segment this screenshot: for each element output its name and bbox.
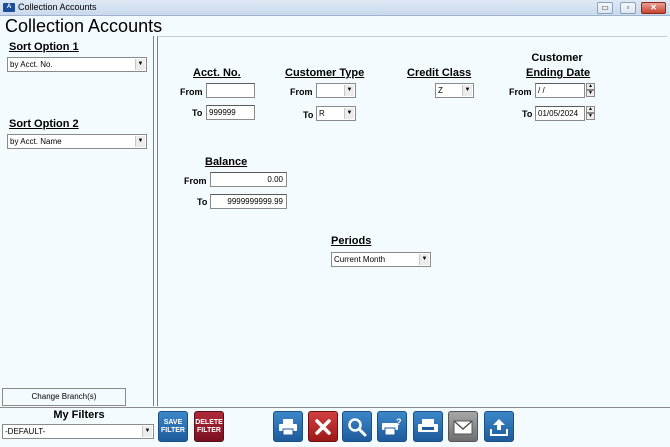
search-button[interactable]	[342, 411, 372, 442]
chevron-down-icon: ▼	[344, 108, 354, 119]
printer-icon	[279, 418, 297, 435]
app-icon: A	[3, 3, 15, 12]
chevron-down-icon: ▼	[142, 426, 152, 437]
fax-button[interactable]	[413, 411, 443, 442]
customer-type-to-value: R	[319, 109, 325, 118]
delete-filter-button[interactable]: DELETE FILTER	[194, 411, 224, 442]
chevron-down-icon: ▼	[135, 136, 145, 147]
balance-header: Balance	[205, 156, 248, 168]
acct-no-from-input[interactable]	[206, 83, 255, 98]
spin-up-icon[interactable]: ▲	[586, 83, 595, 90]
svg-text:?: ?	[396, 417, 402, 427]
credit-class-select[interactable]: Z ▼	[435, 83, 474, 98]
chevron-down-icon: ▼	[419, 254, 429, 265]
spin-up-icon[interactable]: ▲	[586, 106, 595, 113]
export-icon	[490, 418, 508, 436]
customer-ending-date-header-line2: Ending Date	[526, 67, 591, 79]
customer-type-to-select[interactable]: R ▼	[316, 106, 356, 121]
sort-option-1-select[interactable]: by Acct. No. ▼	[7, 57, 147, 72]
change-branch-button[interactable]: Change Branch(s)	[2, 388, 126, 406]
customer-type-header: Customer Type	[285, 67, 365, 79]
restore-icon: ▫	[626, 3, 630, 12]
sort-option-2-select[interactable]: by Acct. Name ▼	[7, 134, 147, 149]
close-button[interactable]: ✕	[641, 2, 666, 14]
balance-from-label: From	[184, 176, 207, 186]
sort-option-1-label: Sort Option 1	[9, 41, 79, 53]
periods-select[interactable]: Current Month ▼	[331, 252, 431, 267]
customer-type-to-label: To	[303, 110, 314, 120]
close-icon: ✕	[650, 3, 657, 12]
ending-date-to-spinner[interactable]: ▲ ▼	[586, 106, 595, 121]
credit-class-header: Credit Class	[407, 67, 472, 79]
spin-down-icon[interactable]: ▼	[586, 90, 595, 97]
acct-no-from-label: From	[180, 87, 203, 97]
chevron-down-icon: ▼	[462, 85, 472, 96]
window-title: Collection Accounts	[18, 2, 97, 12]
print-preview-icon: ?	[382, 417, 402, 435]
spin-down-icon[interactable]: ▼	[586, 113, 595, 120]
window-titlebar	[0, 0, 670, 16]
sort-option-2-value: by Acct. Name	[10, 137, 62, 146]
ending-date-to-input[interactable]: 01/05/2024	[535, 106, 585, 121]
search-icon	[348, 417, 367, 436]
periods-value: Current Month	[334, 255, 386, 264]
customer-ending-date-header-line1: Customer	[531, 52, 583, 64]
sort-option-1-value: by Acct. No.	[10, 60, 53, 69]
print-button[interactable]	[273, 411, 303, 442]
minimize-button[interactable]: ▭	[597, 2, 613, 14]
minimize-icon: ▭	[601, 3, 609, 12]
fax-icon	[418, 418, 438, 432]
save-filter-button[interactable]: SAVE FILTER	[158, 411, 188, 442]
email-button[interactable]	[448, 411, 478, 442]
balance-from-input[interactable]: 0.00	[210, 172, 287, 187]
balance-to-input[interactable]: 9999999999.99	[210, 194, 287, 209]
restore-button[interactable]: ▫	[620, 2, 636, 14]
my-filters-label: My Filters	[53, 409, 105, 421]
export-button[interactable]	[484, 411, 514, 442]
close-icon	[315, 418, 331, 435]
chevron-down-icon: ▼	[135, 59, 145, 70]
periods-header: Periods	[331, 235, 372, 247]
my-filters-value: -DEFAULT-	[5, 427, 46, 436]
ending-date-from-spinner[interactable]: ▲ ▼	[586, 83, 595, 98]
acct-no-to-input[interactable]: 999999	[206, 105, 255, 120]
ending-date-from-input[interactable]: / /	[535, 83, 585, 98]
acct-no-to-label: To	[192, 108, 203, 118]
print-preview-button[interactable]: ?	[377, 411, 407, 442]
chevron-down-icon: ▼	[344, 85, 354, 96]
acct-no-header: Acct. No.	[193, 67, 241, 79]
credit-class-value: Z	[438, 86, 443, 95]
customer-type-from-label: From	[290, 87, 313, 97]
sort-option-2-label: Sort Option 2	[9, 118, 79, 130]
my-filters-select[interactable]: -DEFAULT- ▼	[2, 424, 154, 439]
ending-date-to-label: To	[522, 109, 533, 119]
balance-to-label: To	[197, 197, 208, 207]
customer-type-from-select[interactable]: ▼	[316, 83, 356, 98]
page-title: Collection Accounts	[5, 16, 163, 36]
ending-date-from-label: From	[509, 87, 532, 97]
left-panel	[2, 36, 154, 406]
cancel-button[interactable]	[308, 411, 338, 442]
email-icon	[453, 419, 473, 434]
